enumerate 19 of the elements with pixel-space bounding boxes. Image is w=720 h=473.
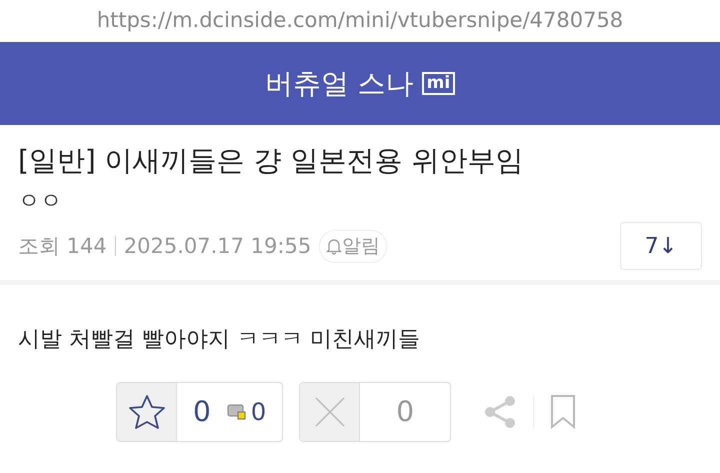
url-text: https://m.dcinside.com/mini/vtubersnipe/4780758 (96, 7, 624, 34)
star-icon (128, 394, 166, 430)
recommend-button[interactable]: 0 0 (116, 382, 284, 442)
mini-gallery-badge: mi (422, 72, 456, 95)
bell-icon (326, 237, 342, 256)
bookmark-icon[interactable] (550, 395, 576, 430)
recommend-count: 0 (193, 394, 211, 430)
dislike-count: 0 (396, 394, 414, 430)
share-icon[interactable] (483, 395, 518, 430)
gallery-title[interactable]: 버츄얼 스나 (264, 62, 414, 104)
view-count: 조회 144 (18, 232, 107, 260)
fixed-user-icon (226, 403, 247, 422)
post-title: [일반] 이새끼들은 걍 일본전용 위안부임 (17, 143, 524, 179)
post-body: 시발 처빨걸 빨아야지 ㅋㅋㅋ 미친새끼들 (17, 326, 421, 354)
comment-count-button[interactable]: 7↓ (620, 222, 702, 270)
post-author: ㅇㅇ (17, 188, 63, 216)
cross-icon (314, 396, 346, 428)
post-date: 2025.07.17 19:55 (124, 232, 312, 260)
fixed-recommend-count: 0 (250, 397, 266, 428)
